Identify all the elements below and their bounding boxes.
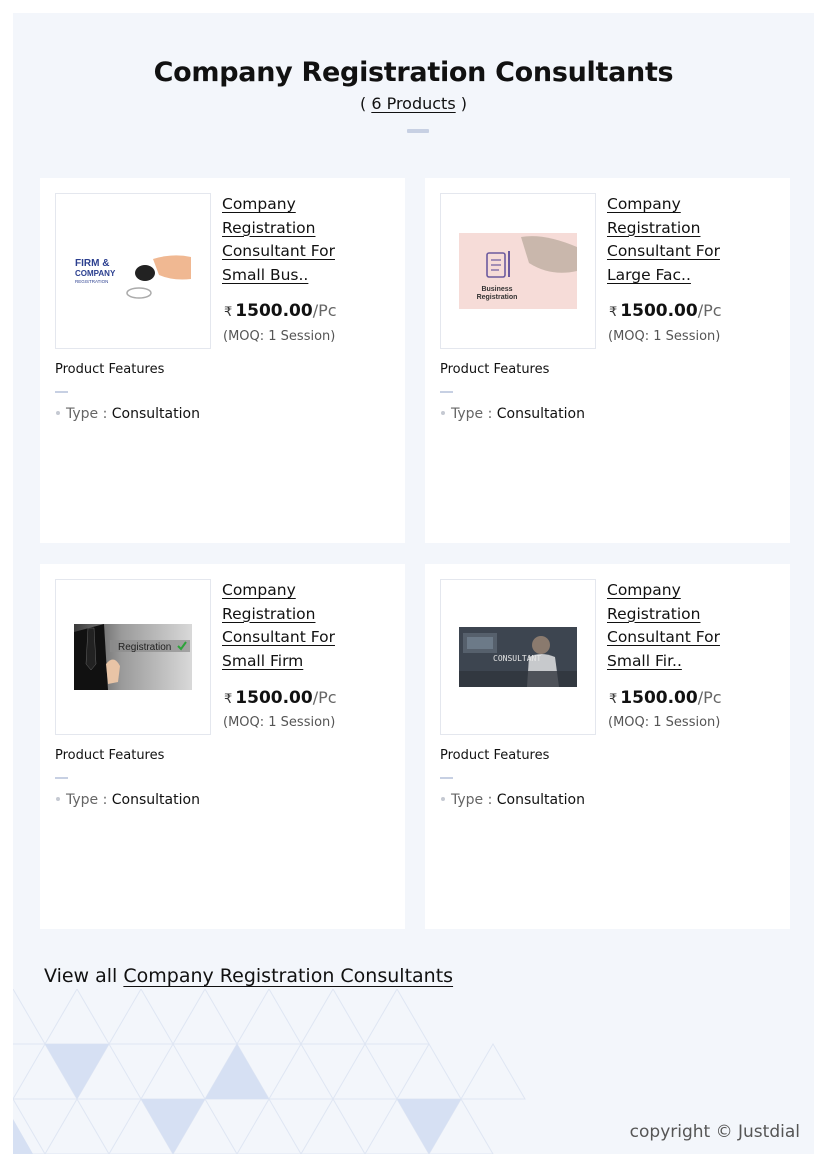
product-features-label: Product Features: [55, 362, 165, 377]
features-divider: [440, 391, 453, 393]
features-divider: [440, 777, 453, 779]
features-divider: [55, 777, 68, 779]
bullet-dot-icon: [441, 410, 445, 415]
product-name-link[interactable]: Company Registration Consultant For Smal…: [222, 579, 362, 674]
product-name-link[interactable]: Company Registration Consultant For Smal…: [222, 193, 362, 288]
price-unit: /Pc: [312, 688, 337, 707]
product-price: ₹1500.00/Pc: [224, 301, 337, 321]
feature-item: Type : Consultation: [55, 792, 200, 808]
feature-value: Consultation: [111, 406, 200, 422]
rupee-icon: ₹: [609, 305, 618, 320]
product-name-link[interactable]: Company Registration Consultant For Larg…: [607, 193, 747, 288]
registration-touch-image: Registration: [74, 624, 192, 690]
feature-value: Consultation: [496, 406, 585, 422]
feature-value: Consultation: [111, 792, 200, 808]
product-features-label: Product Features: [55, 748, 165, 763]
image-text: FIRM &: [75, 258, 109, 269]
feature-item: Type : Consultation: [440, 792, 585, 808]
product-price: ₹1500.00/Pc: [609, 301, 722, 321]
product-card: Business Registration Company Registrati…: [425, 178, 790, 543]
feature-key: Type :: [66, 792, 112, 808]
product-card: CONSULTANT Company Registration Consulta…: [425, 564, 790, 929]
product-image[interactable]: FIRM & COMPANY REGISTRATION: [55, 193, 211, 349]
feature-key: Type :: [451, 406, 497, 422]
product-count: ( 6 Products ): [13, 94, 814, 113]
page-title: Company Registration Consultants: [153, 57, 674, 88]
product-price: ₹1500.00/Pc: [609, 688, 722, 708]
count-close-paren: ): [455, 94, 467, 113]
view-all-line: View all Company Registration Consultant…: [44, 965, 453, 987]
feature-item: Type : Consultation: [55, 406, 200, 422]
product-features-label: Product Features: [440, 748, 550, 763]
price-unit: /Pc: [312, 301, 337, 320]
view-all-prefix: View all: [44, 965, 124, 987]
feature-item: Type : Consultation: [440, 406, 585, 422]
firm-registration-image: FIRM & COMPANY REGISTRATION: [75, 255, 191, 299]
bullet-dot-icon: [441, 796, 445, 801]
rupee-icon: ₹: [609, 692, 618, 707]
rupee-icon: ₹: [224, 692, 233, 707]
price-unit: /Pc: [697, 301, 722, 320]
image-text: REGISTRATION: [75, 279, 108, 284]
product-moq: (MOQ: 1 Session): [608, 329, 721, 344]
feature-key: Type :: [451, 792, 497, 808]
image-text: Registration: [118, 642, 171, 653]
copyright-text: copyright © Justdial: [629, 1122, 800, 1142]
price-amount: 1500.00: [620, 301, 698, 321]
catalog-page: Company Registration Consultants ( 6 Pro…: [13, 13, 814, 1154]
feature-value: Consultation: [496, 792, 585, 808]
price-amount: 1500.00: [235, 301, 313, 321]
price-unit: /Pc: [697, 688, 722, 707]
consultant-image: CONSULTANT: [459, 627, 577, 687]
product-features-label: Product Features: [440, 362, 550, 377]
image-text: Business: [481, 286, 512, 293]
price-amount: 1500.00: [235, 688, 313, 708]
rupee-icon: ₹: [224, 305, 233, 320]
image-text: COMPANY: [75, 269, 116, 278]
product-count-link[interactable]: 6 Products: [371, 94, 455, 113]
product-image[interactable]: Business Registration: [440, 193, 596, 349]
business-registration-image: Business Registration: [459, 233, 577, 309]
product-moq: (MOQ: 1 Session): [223, 715, 336, 730]
view-all-link[interactable]: Company Registration Consultants: [123, 965, 453, 987]
feature-key: Type :: [66, 406, 112, 422]
product-name-link[interactable]: Company Registration Consultant For Smal…: [607, 579, 747, 674]
product-card: FIRM & COMPANY REGISTRATION Company Regi…: [40, 178, 405, 543]
bullet-dot-icon: [56, 796, 60, 801]
product-image[interactable]: CONSULTANT: [440, 579, 596, 735]
image-text: Registration: [477, 294, 518, 301]
bullet-dot-icon: [56, 410, 60, 415]
price-amount: 1500.00: [620, 688, 698, 708]
features-divider: [55, 391, 68, 393]
product-moq: (MOQ: 1 Session): [608, 715, 721, 730]
count-open-paren: (: [359, 94, 372, 113]
image-text: CONSULTANT: [493, 654, 541, 663]
triangle-pattern-background: [13, 989, 526, 1154]
product-moq: (MOQ: 1 Session): [223, 329, 336, 344]
product-image[interactable]: Registration: [55, 579, 211, 735]
product-card: Registration Company Registration Consul…: [40, 564, 405, 929]
title-divider: [407, 129, 429, 133]
product-price: ₹1500.00/Pc: [224, 688, 337, 708]
